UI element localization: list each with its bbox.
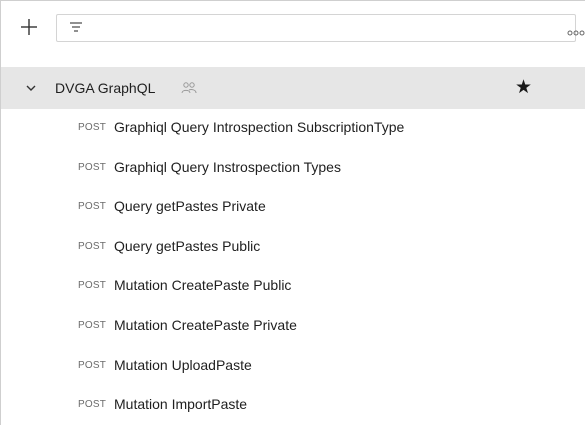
collection-name: DVGA GraphQL (55, 80, 156, 96)
plus-icon (21, 19, 37, 35)
request-method-badge: POST (78, 161, 107, 173)
request-item[interactable]: POST Query getPastes Public (1, 228, 585, 268)
request-method-badge: POST (78, 122, 107, 133)
request-method-badge: POST (78, 201, 107, 213)
request-item[interactable]: POST Query getPastes Private (1, 188, 585, 228)
more-options-button[interactable] (566, 24, 585, 36)
request-list: POST Graphiql Query Introspection Subscri… (1, 109, 585, 425)
request-item[interactable]: POST Mutation ImportPaste (1, 386, 585, 425)
request-method-badge: POST (78, 359, 107, 371)
request-name: Mutation CreatePaste Private (114, 316, 297, 333)
request-item[interactable]: POST Graphiql Query Introspection Subscri… (1, 109, 585, 149)
people-icon (181, 82, 197, 94)
request-name: Mutation ImportPaste (114, 396, 248, 413)
filter-icon (70, 22, 82, 32)
request-method-badge: POST (78, 240, 107, 252)
add-collection-button[interactable] (19, 17, 39, 37)
request-method-badge: POST (78, 399, 107, 411)
collections-sidebar: DVGA GraphQL ★ POST Graphiql Query Intros… (0, 0, 585, 425)
request-name: Mutation UploadPaste (114, 356, 252, 373)
chevron-down-icon[interactable] (25, 83, 37, 93)
filter-input[interactable] (95, 17, 559, 41)
sidebar-toolbar (1, 1, 585, 53)
request-name: Graphiql Query Instrospection Types (114, 158, 341, 175)
collection-row[interactable]: DVGA GraphQL ★ (1, 67, 585, 109)
request-name: Mutation CreatePaste Public (114, 277, 292, 294)
filter-field[interactable] (56, 14, 576, 42)
request-name: Query getPastes Private (114, 198, 266, 215)
star-icon[interactable]: ★ (515, 78, 532, 97)
request-item[interactable]: POST Graphiql Query Instrospection Types (1, 149, 585, 189)
request-name: Query getPastes Public (114, 237, 261, 254)
more-horizontal-icon (567, 30, 585, 36)
request-method-badge: POST (78, 319, 107, 331)
request-item[interactable]: POST Mutation CreatePaste Public (1, 267, 585, 307)
request-method-badge: POST (78, 280, 107, 292)
request-item[interactable]: POST Mutation UploadPaste (1, 347, 585, 387)
request-name: Graphiql Query Introspection Subscriptio… (114, 119, 405, 135)
request-item[interactable]: POST Mutation CreatePaste Private (1, 307, 585, 347)
